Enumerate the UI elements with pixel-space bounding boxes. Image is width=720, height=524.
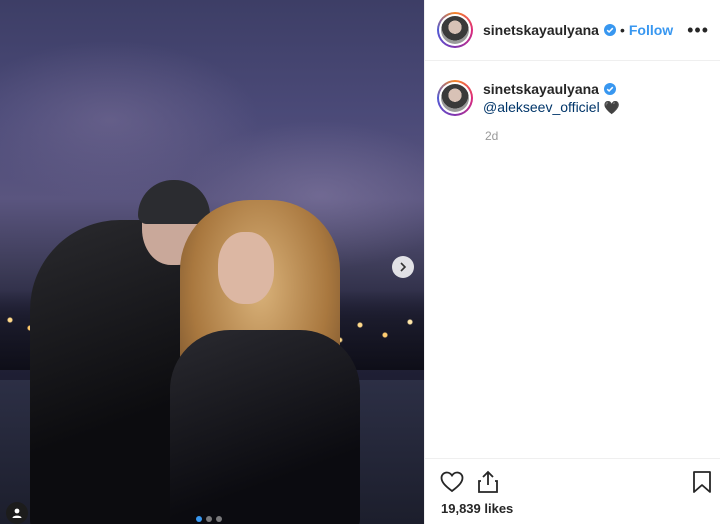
user-icon (12, 508, 22, 518)
carousel-dot (206, 516, 212, 522)
header-separator: • (619, 22, 625, 38)
header-username[interactable]: sinetskayaulyana (483, 22, 599, 38)
avatar-image (441, 16, 469, 44)
chevron-right-icon (400, 262, 407, 272)
photo-person-woman-face (218, 232, 274, 304)
heart-icon (440, 471, 464, 493)
share-icon (478, 470, 498, 493)
carousel-indicator (196, 516, 222, 522)
verified-icon (603, 83, 616, 95)
post-sidebar: sinetskayaulyana • Follow ••• sinetskaya… (424, 0, 720, 524)
carousel-dot (196, 516, 202, 522)
post-timestamp[interactable]: 2d (485, 129, 498, 143)
black-heart-emoji: 🖤 (603, 100, 620, 115)
avatar[interactable] (437, 12, 473, 48)
bookmark-icon (693, 471, 711, 493)
next-photo-button[interactable] (392, 256, 414, 278)
post-header: sinetskayaulyana • Follow ••• (425, 0, 720, 61)
caption-avatar[interactable] (437, 80, 473, 116)
action-bar: 19,839 likes (425, 458, 720, 524)
post-photo[interactable] (0, 0, 424, 524)
avatar-image (441, 84, 469, 112)
caption-text: sinetskayaulyana @alekseev_officiel 🖤 (483, 80, 620, 117)
verified-icon (603, 24, 616, 36)
caption: sinetskayaulyana @alekseev_officiel 🖤 (437, 80, 620, 117)
save-button[interactable] (689, 469, 715, 495)
share-button[interactable] (475, 469, 501, 495)
like-button[interactable] (439, 469, 465, 495)
more-options-button[interactable]: ••• (687, 20, 709, 41)
likes-count[interactable]: 19,839 likes (441, 501, 513, 516)
carousel-dot (216, 516, 222, 522)
caption-mention-link[interactable]: @alekseev_officiel (483, 99, 600, 115)
tagged-users-button[interactable] (6, 502, 28, 524)
photo-person-woman-body (170, 330, 360, 524)
follow-button[interactable]: Follow (629, 22, 673, 38)
caption-username[interactable]: sinetskayaulyana (483, 80, 599, 98)
